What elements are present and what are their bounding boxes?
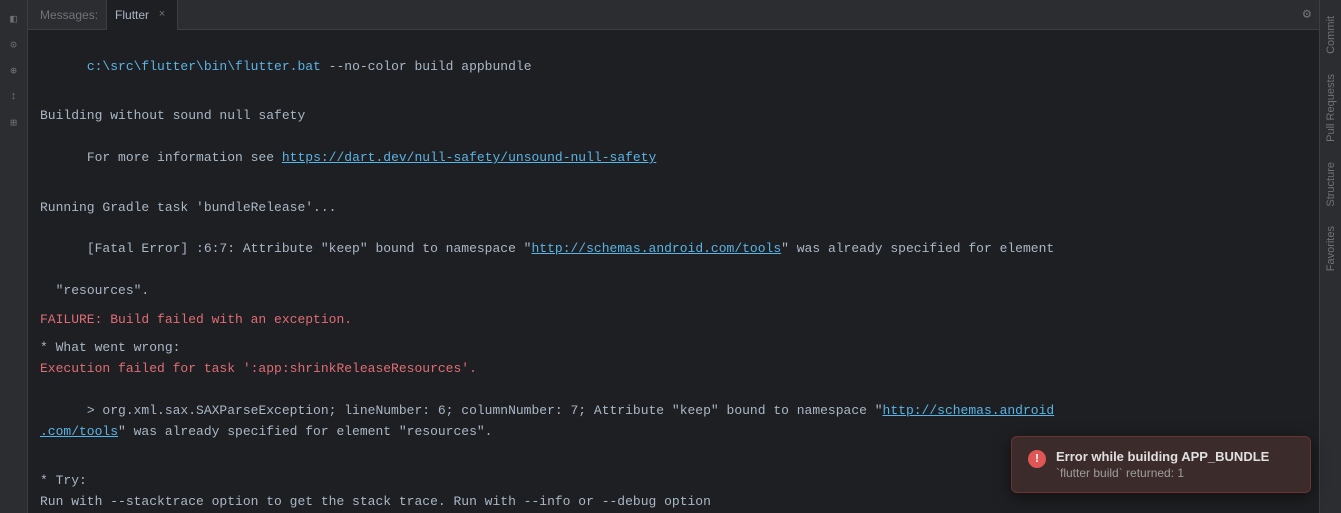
sidebar-icon-4[interactable]: ↕ — [3, 86, 25, 108]
error-content: Error while building APP_BUNDLE `flutter… — [1056, 449, 1269, 480]
settings-icon[interactable]: ⚙ — [1303, 6, 1311, 23]
run-stacktrace-line: Run with --stacktrace option to get the … — [40, 492, 1307, 513]
sidebar-icon-5[interactable]: ⊞ — [3, 112, 25, 134]
more-info-line: For more information see https://dart.de… — [40, 127, 1307, 189]
sidebar-icon-1[interactable]: ◧ — [3, 8, 25, 30]
error-toast: ! Error while building APP_BUNDLE `flutt… — [1011, 436, 1311, 493]
command-args: --no-color build appbundle — [321, 59, 532, 74]
commit-label[interactable]: Commit — [1325, 16, 1337, 54]
tab-name: Flutter — [115, 8, 149, 22]
schemas-link[interactable]: http://schemas.android.com/tools — [532, 241, 782, 256]
tab-bar: Messages: Flutter × ⚙ — [28, 0, 1319, 30]
pull-requests-label[interactable]: Pull Requests — [1325, 74, 1337, 142]
blank-line-2 — [40, 190, 1307, 198]
sidebar-icon-3[interactable]: ⊕ — [3, 60, 25, 82]
fatal-error-line: [Fatal Error] :6:7: Attribute "keep" bou… — [40, 218, 1307, 280]
error-title: Error while building APP_BUNDLE — [1056, 449, 1269, 464]
tab-close-button[interactable]: × — [155, 8, 169, 22]
what-went-wrong-label: * What went wrong: — [40, 338, 1307, 359]
left-sidebar: ◧ ⊙ ⊕ ↕ ⊞ — [0, 0, 28, 513]
flutter-tab[interactable]: Flutter × — [106, 0, 178, 30]
null-safety-link[interactable]: https://dart.dev/null-safety/unsound-nul… — [282, 150, 656, 165]
saxparse-suffix: " was already specified for element "res… — [118, 424, 492, 439]
structure-label[interactable]: Structure — [1325, 162, 1337, 207]
sidebar-icon-2[interactable]: ⊙ — [3, 34, 25, 56]
error-circle-icon: ! — [1028, 450, 1046, 468]
more-info-text: For more information see — [87, 150, 282, 165]
blank-line-4 — [40, 330, 1307, 338]
blank-line-1 — [40, 98, 1307, 106]
error-subtitle: `flutter build` returned: 1 — [1056, 466, 1269, 480]
command-path[interactable]: c:\src\flutter\bin\flutter.bat — [87, 59, 321, 74]
resources-line: "resources". — [40, 281, 1307, 302]
failure-line: FAILURE: Build failed with an exception. — [40, 310, 1307, 331]
right-sidebar: Commit Pull Requests Structure Favorites — [1319, 0, 1341, 513]
fatal-prefix: [Fatal Error] :6:7: Attribute "keep" bou… — [87, 241, 532, 256]
fatal-suffix: " was already specified for element — [781, 241, 1054, 256]
command-line: c:\src\flutter\bin\flutter.bat --no-colo… — [40, 36, 1307, 98]
favorites-label[interactable]: Favorites — [1325, 226, 1337, 271]
execution-failed-line: Execution failed for task ':app:shrinkRe… — [40, 359, 1307, 380]
messages-label: Messages: — [32, 0, 106, 30]
null-safety-line: Building without sound null safety — [40, 106, 1307, 127]
saxparse-prefix: > org.xml.sax.SAXParseException; lineNum… — [87, 403, 883, 418]
gradle-line: Running Gradle task 'bundleRelease'... — [40, 198, 1307, 219]
blank-line-3 — [40, 302, 1307, 310]
